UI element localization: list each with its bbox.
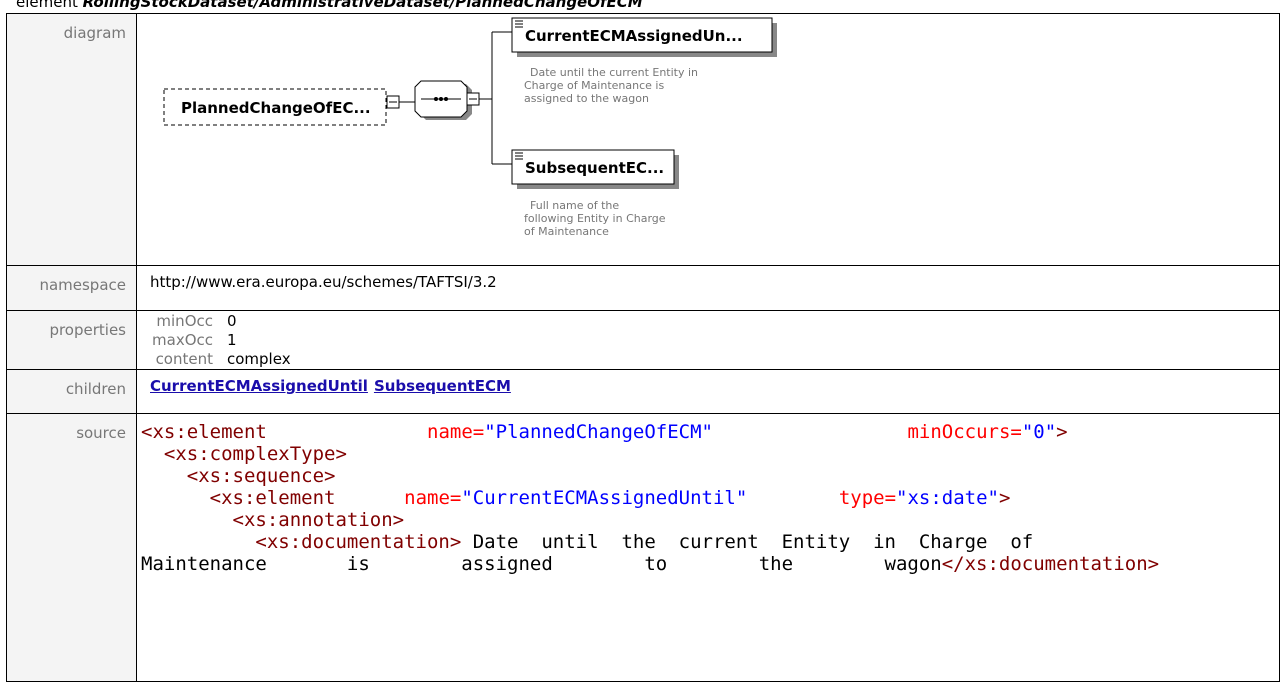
child-currentecm-annotation: Date until the current Entity in Charge … [524,66,702,105]
properties-row: properties minOcc 0 maxOcc 1 content com… [6,310,1280,370]
property-key: maxOcc [152,331,213,349]
children-label: children [6,369,137,414]
properties-cell: minOcc 0 maxOcc 1 content complex [136,310,1280,370]
element-doc-table: diagram PlannedChangeOfEC... CurrentECMA… [6,13,1280,682]
schema-diagram: PlannedChangeOfEC... CurrentECMAssignedU… [163,17,777,238]
children-cell: CurrentECMAssignedUntil SubsequentECM [136,369,1280,414]
root-collapse-icon[interactable] [386,95,400,109]
child-element-subsequentecm-label: SubsequentEC... [525,159,664,177]
property-row: content complex [137,350,1279,369]
property-value: complex [227,350,291,368]
child-element-subsequentecm-box[interactable]: SubsequentEC... [511,149,679,189]
property-key: content [155,350,213,368]
root-element-label: PlannedChangeOfEC... [181,99,371,117]
root-element-box[interactable]: PlannedChangeOfEC... [163,88,387,126]
namespace-value: http://www.era.europa.eu/schemes/TAFTSI/… [136,265,1280,311]
child-link-currentecmassigneduntil[interactable]: CurrentECMAssignedUntil [150,377,368,395]
child-subsequentecm-annotation: Full name of the following Entity in Cha… [524,199,669,238]
heading-prefix: element [16,0,83,11]
sequence-collapse-icon[interactable] [466,92,480,106]
property-value: 0 [227,312,237,330]
diagram-cell: PlannedChangeOfEC... CurrentECMAssignedU… [136,13,1280,266]
sequence-compositor-icon [414,80,472,120]
child-element-currentecm-label: CurrentECMAssignedUn... [525,27,743,45]
property-value: 1 [227,331,237,349]
properties-label: properties [6,310,137,370]
source-label: source [6,413,137,682]
diagram-label: diagram [6,13,137,266]
children-row: children CurrentECMAssignedUntil Subseque… [6,369,1280,414]
child-link-subsequentecm[interactable]: SubsequentECM [374,377,511,395]
page-heading: element RollingStockDataset/Administrati… [16,0,643,11]
diagram-row: diagram PlannedChangeOfEC... CurrentECMA… [6,13,1280,266]
property-row: minOcc 0 [137,312,1279,331]
source-cell: <xs:element name="PlannedChangeOfECM" mi… [136,413,1280,682]
property-row: maxOcc 1 [137,331,1279,350]
namespace-row: namespace http://www.era.europa.eu/schem… [6,265,1280,311]
source-code: <xs:element name="PlannedChangeOfECM" mi… [141,421,1160,575]
namespace-label: namespace [6,265,137,311]
property-key: minOcc [156,312,213,330]
heading-path: RollingStockDataset/AdministrativeDatase… [82,0,643,11]
child-element-currentecm-box[interactable]: CurrentECMAssignedUn... [511,17,777,57]
source-row: source <xs:element name="PlannedChangeOf… [6,413,1280,682]
